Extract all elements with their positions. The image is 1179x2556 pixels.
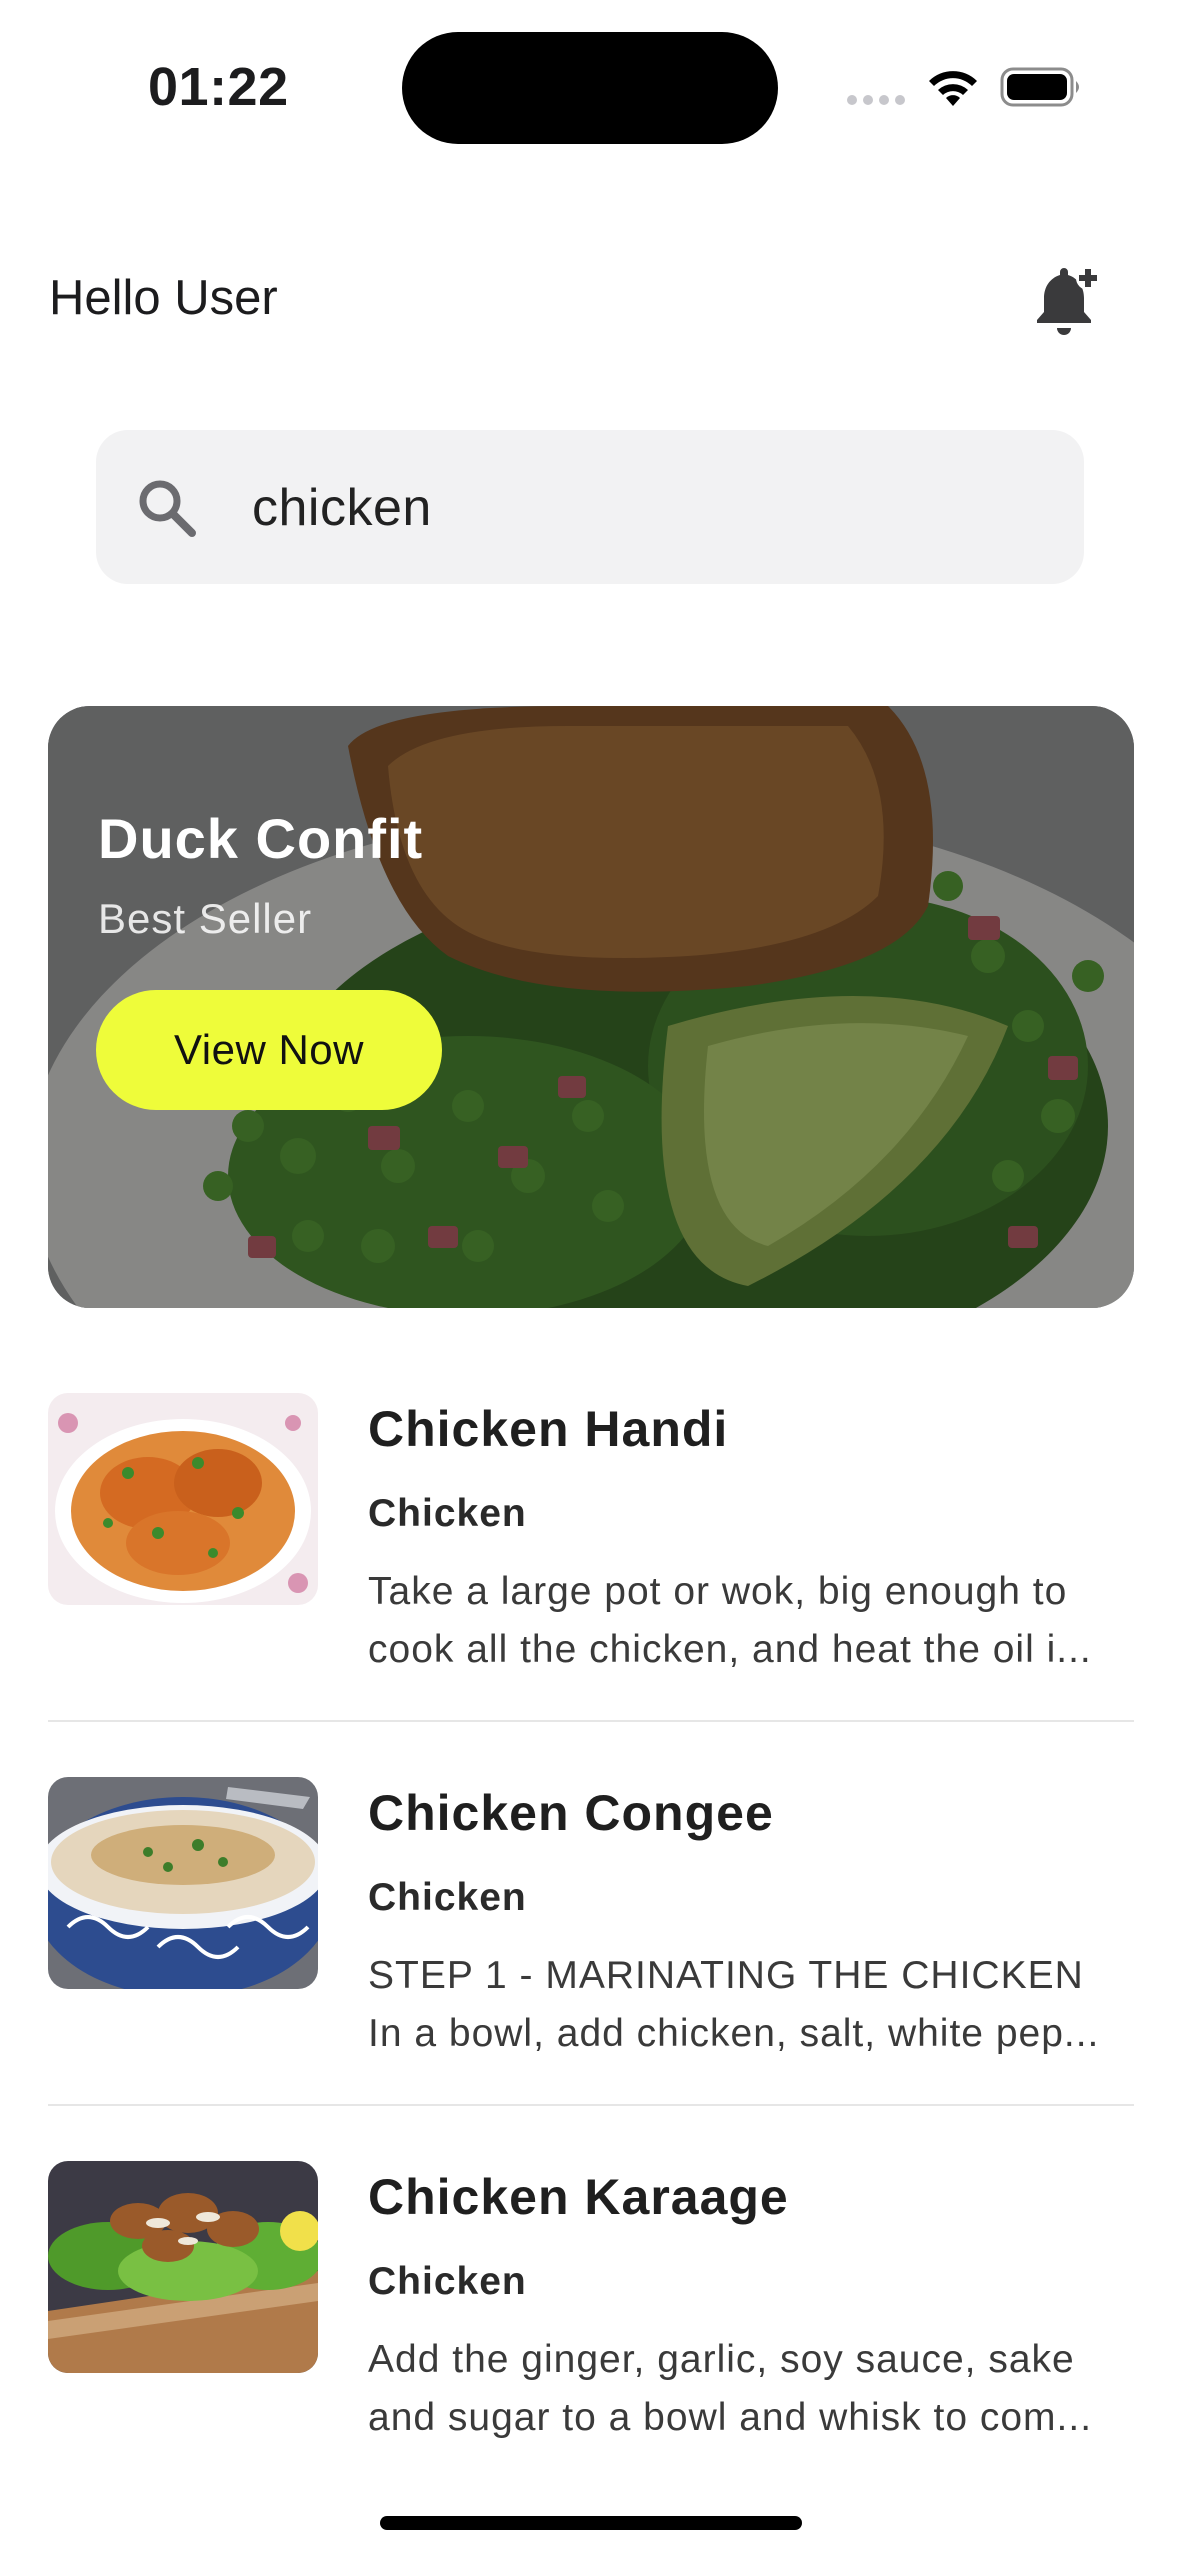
search-bar[interactable]	[96, 430, 1084, 584]
search-icon	[139, 480, 196, 537]
featured-recipe-title: Duck Confit	[98, 807, 424, 870]
notification-button[interactable]	[1024, 256, 1108, 340]
home-indicator	[380, 2516, 802, 2530]
recipe-category: Chicken	[368, 1876, 527, 1919]
recipe-description: Take a large pot or wok, big enough to c…	[368, 1570, 1092, 1671]
featured-recipe-card[interactable]: Duck Confit Best Seller View Now	[48, 706, 1134, 1308]
view-now-button[interactable]: View Now	[96, 990, 442, 1110]
recipe-thumbnail	[48, 1393, 318, 1605]
recipe-thumbnail	[48, 1777, 318, 1989]
wifi-icon	[929, 71, 977, 106]
recipe-title: Chicken Congee	[368, 1785, 774, 1841]
divider	[48, 1720, 1134, 1722]
recipe-category: Chicken	[368, 1492, 527, 1535]
recipe-title: Chicken Karaage	[368, 2169, 789, 2225]
recipe-list-item[interactable]: Chicken Karaage Chicken Add the ginger, …	[48, 2161, 1134, 2521]
divider	[48, 2104, 1134, 2106]
bell-plus-icon	[1037, 266, 1100, 335]
dynamic-island	[402, 32, 778, 144]
recipe-title: Chicken Handi	[368, 1401, 729, 1457]
battery-icon	[1000, 67, 1079, 107]
recipe-thumbnail	[48, 2161, 318, 2373]
status-time: 01:22	[148, 57, 289, 117]
recipe-list-item[interactable]: Chicken Congee Chicken STEP 1 - MARINATI…	[48, 1777, 1134, 2137]
recipe-list-item[interactable]: Chicken Handi Chicken Take a large pot o…	[48, 1393, 1134, 1753]
recipe-description: STEP 1 - MARINATING THE CHICKEN In a bow…	[368, 1954, 1100, 2055]
cellular-signal-icon	[847, 95, 905, 105]
greeting-text: Hello User	[49, 271, 278, 325]
recipe-category: Chicken	[368, 2260, 527, 2303]
search-input[interactable]	[252, 472, 1032, 544]
featured-recipe-badge: Best Seller	[98, 895, 313, 942]
recipe-description: Add the ginger, garlic, soy sauce, sake …	[368, 2338, 1093, 2439]
